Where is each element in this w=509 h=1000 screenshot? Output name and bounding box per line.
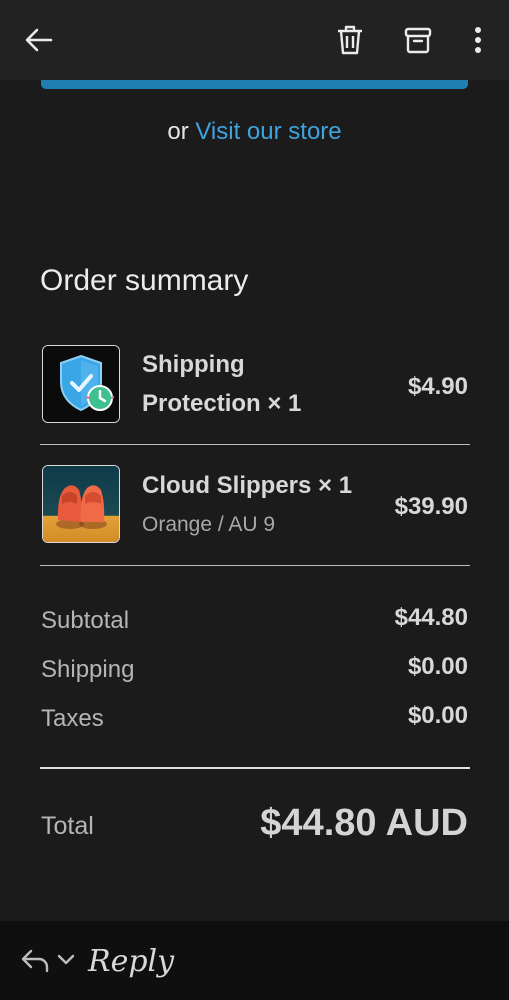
more-vertical-icon[interactable] [460,22,496,58]
item-price: $4.90 [407,373,468,400]
total-label: Total [41,812,94,840]
total-divider [40,767,470,769]
subtotal-label: Subtotal [41,607,130,634]
primary-button-edge[interactable] [41,80,468,89]
shipping-value: $0.00 [407,653,468,680]
total-value: $44.80 AUD [260,802,468,844]
reply-bar [0,921,509,1000]
item-name-line1: Shipping [142,351,245,378]
archive-icon[interactable] [400,22,436,58]
taxes-value: $0.00 [407,702,468,729]
divider [40,565,470,566]
taxes-label: Taxes [41,705,104,732]
item-price: $39.90 [394,493,468,520]
visit-store-link[interactable]: Visit our store [195,118,341,145]
order-summary-title: Order summary [40,264,249,297]
item-variant: Orange / AU 9 [142,513,276,536]
visit-prefix: or [167,118,189,145]
reply-icon[interactable] [20,947,50,978]
shield-check-icon [42,345,120,423]
top-app-bar [0,0,509,80]
line-item-shipping-protection: Shipping Protection × 1 $4.90 [40,345,470,425]
slippers-image [42,465,120,543]
chevron-down-icon[interactable] [56,953,76,972]
back-arrow-icon[interactable] [21,22,57,58]
line-item-cloud-slippers: Cloud Slippers × 1 Orange / AU 9 $39.90 [40,465,470,545]
divider [40,444,470,445]
shipping-label: Shipping [41,656,135,683]
item-name: Cloud Slippers × 1 [142,472,353,499]
trash-icon[interactable] [332,22,368,58]
item-name-line2: Protection × 1 [142,390,302,417]
subtotal-value: $44.80 [394,604,468,631]
visit-store-row: or Visit our store [0,118,509,146]
reply-button[interactable]: Reply [88,944,174,979]
